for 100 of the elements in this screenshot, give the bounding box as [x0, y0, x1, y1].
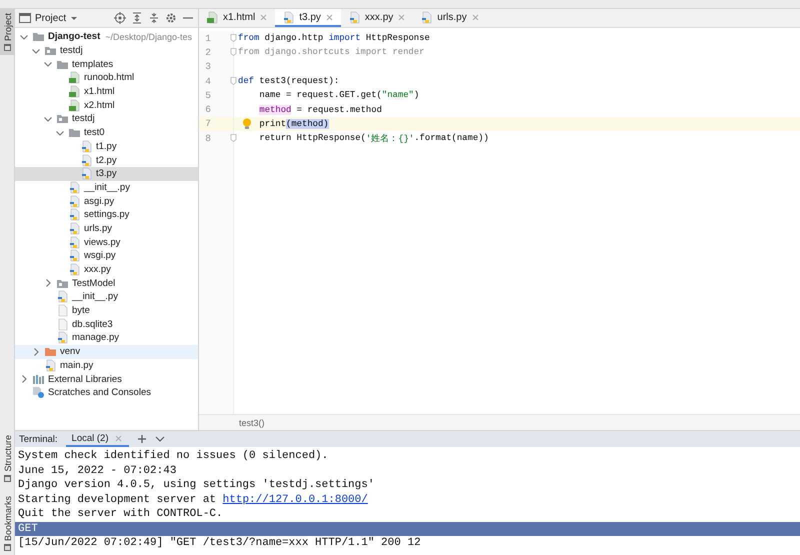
python-file-icon: [80, 167, 93, 180]
python-file-icon: [80, 154, 93, 167]
url-link[interactable]: http://127.0.0.1:8000/: [222, 494, 368, 506]
collapse-all-icon[interactable]: [148, 12, 160, 24]
code-line: def test3(request):: [234, 74, 800, 88]
line-number: 1: [204, 32, 212, 46]
python-file-icon: [68, 180, 81, 194]
python-file-icon: [80, 140, 93, 153]
chevron-down-icon[interactable]: [154, 434, 165, 444]
chevron-down-icon: [43, 59, 53, 70]
tree-item[interactable]: settings.py: [15, 208, 198, 222]
terminal-line: June 15, 2022 - 07:02:43: [17, 464, 178, 478]
terminal-label: Terminal:: [19, 434, 58, 444]
tree-item[interactable]: t1.py: [15, 140, 198, 154]
panel-icon: [4, 474, 11, 482]
code-line: name = request.GET.get("name"): [258, 89, 420, 102]
tool-window-tab[interactable]: Bookmarks: [0, 492, 15, 555]
breadcrumb[interactable]: test3(): [239, 418, 265, 428]
tree-item[interactable]: xxx.py: [15, 262, 198, 276]
folder-icon: [44, 44, 57, 58]
chevron-right-icon: [31, 346, 41, 357]
close-icon: [324, 12, 334, 22]
close-icon: [397, 12, 406, 22]
tree-item[interactable]: runoob.html: [15, 71, 198, 85]
tree-item[interactable]: wsgi.py: [15, 249, 198, 263]
caret-icon: [70, 14, 78, 22]
expand-all-icon[interactable]: [131, 12, 143, 24]
tree-item[interactable]: __init__.py: [15, 290, 198, 304]
tree-item[interactable]: __init__.py: [15, 180, 198, 194]
tool-window-tab[interactable]: Project: [0, 9, 15, 56]
tree-item[interactable]: main.py: [15, 358, 198, 372]
python-file-icon: [68, 263, 81, 276]
editor-tab[interactable]: x1.html: [199, 9, 276, 27]
python-file-icon: [282, 10, 296, 24]
editor-tab[interactable]: urls.py: [413, 9, 487, 27]
line-number: 6: [204, 103, 212, 117]
python-file-icon: [56, 331, 69, 344]
file-icon: [56, 318, 69, 331]
tree-item[interactable]: manage.py: [15, 331, 198, 345]
close-icon: [470, 12, 480, 22]
line-number: 2: [204, 46, 212, 60]
tool-window-tab[interactable]: Structure: [0, 431, 15, 486]
python-file-icon: [68, 236, 81, 249]
close-icon: [114, 434, 123, 442]
tree-item[interactable]: TestModel: [15, 276, 198, 290]
python-file-icon: [68, 208, 81, 222]
tree-item[interactable]: testdj: [15, 44, 198, 58]
tree-item[interactable]: templates: [15, 57, 198, 72]
code-line: from django.shortcuts import render: [234, 45, 800, 60]
tree-item[interactable]: External Libraries: [15, 372, 198, 386]
line-number: 8: [204, 132, 212, 146]
line-number: 5: [204, 88, 212, 102]
chevron-right-icon: [19, 374, 29, 384]
python-file-icon: [56, 290, 69, 304]
tree-item[interactable]: Django-test ~/Desktop/Django-tes: [15, 30, 198, 44]
file-icon: [56, 304, 69, 318]
folder-icon: [68, 126, 81, 140]
terminal-line: Django version 4.0.5, using settings 'testdj.settings': [17, 478, 376, 492]
tree-item[interactable]: Scratches and Consoles: [15, 386, 198, 400]
window-icon: [19, 12, 31, 24]
library-icon: [32, 372, 45, 386]
editor-tab[interactable]: t3.py: [275, 9, 341, 27]
python-file-icon: [44, 358, 57, 372]
folder-icon: [32, 30, 45, 44]
code-line: from django.http import HttpResponse: [234, 31, 800, 46]
terminal-line: [15/Jun/2022 07:02:49] "GET /test3/?name=xxx HTTP/1.1" 200 12: [17, 536, 422, 550]
code-line: return HttpResponse('姓名：{}'.format(name)): [234, 131, 800, 146]
tree-item[interactable]: testdj: [15, 112, 198, 126]
html-file-icon: [68, 98, 81, 112]
html-file-icon: [68, 85, 81, 98]
scratches-icon: [32, 386, 45, 400]
line-number: 3: [204, 60, 212, 74]
settings-icon[interactable]: [165, 12, 177, 24]
panel-icon: [4, 544, 11, 551]
python-file-icon: [68, 222, 81, 235]
line-number: 4: [204, 74, 212, 88]
tree-item[interactable]: urls.py: [15, 222, 198, 236]
target-icon[interactable]: [114, 12, 126, 24]
terminal-tab[interactable]: Local (2): [66, 431, 129, 447]
tree-item[interactable]: asgi.py: [15, 194, 198, 208]
tree-item[interactable]: x1.html: [15, 84, 198, 98]
panel-icon: [4, 44, 11, 52]
tree-item[interactable]: t2.py: [15, 153, 198, 167]
editor-tab[interactable]: xxx.py: [340, 9, 414, 27]
chevron-right-icon: [43, 278, 53, 288]
tree-item[interactable]: t3.py: [15, 166, 198, 181]
plus-icon[interactable]: [136, 434, 147, 444]
terminal-line: System check identified no issues (0 silenced).: [17, 449, 330, 464]
tree-item[interactable]: views.py: [15, 235, 198, 249]
line-number: 7: [199, 116, 233, 132]
tree-item[interactable]: x2.html: [15, 98, 198, 112]
tree-item[interactable]: venv: [15, 344, 198, 358]
folder-icon: [56, 112, 69, 126]
folder-icon: [44, 345, 57, 358]
code-line: method = request.method: [258, 104, 383, 117]
tree-item[interactable]: db.sqlite3: [15, 317, 198, 332]
close-icon: [259, 12, 268, 22]
tree-item[interactable]: byte: [15, 304, 198, 318]
tree-item[interactable]: test0: [15, 126, 198, 140]
terminal-line: Quit the server with CONTROL-C.: [17, 507, 224, 522]
